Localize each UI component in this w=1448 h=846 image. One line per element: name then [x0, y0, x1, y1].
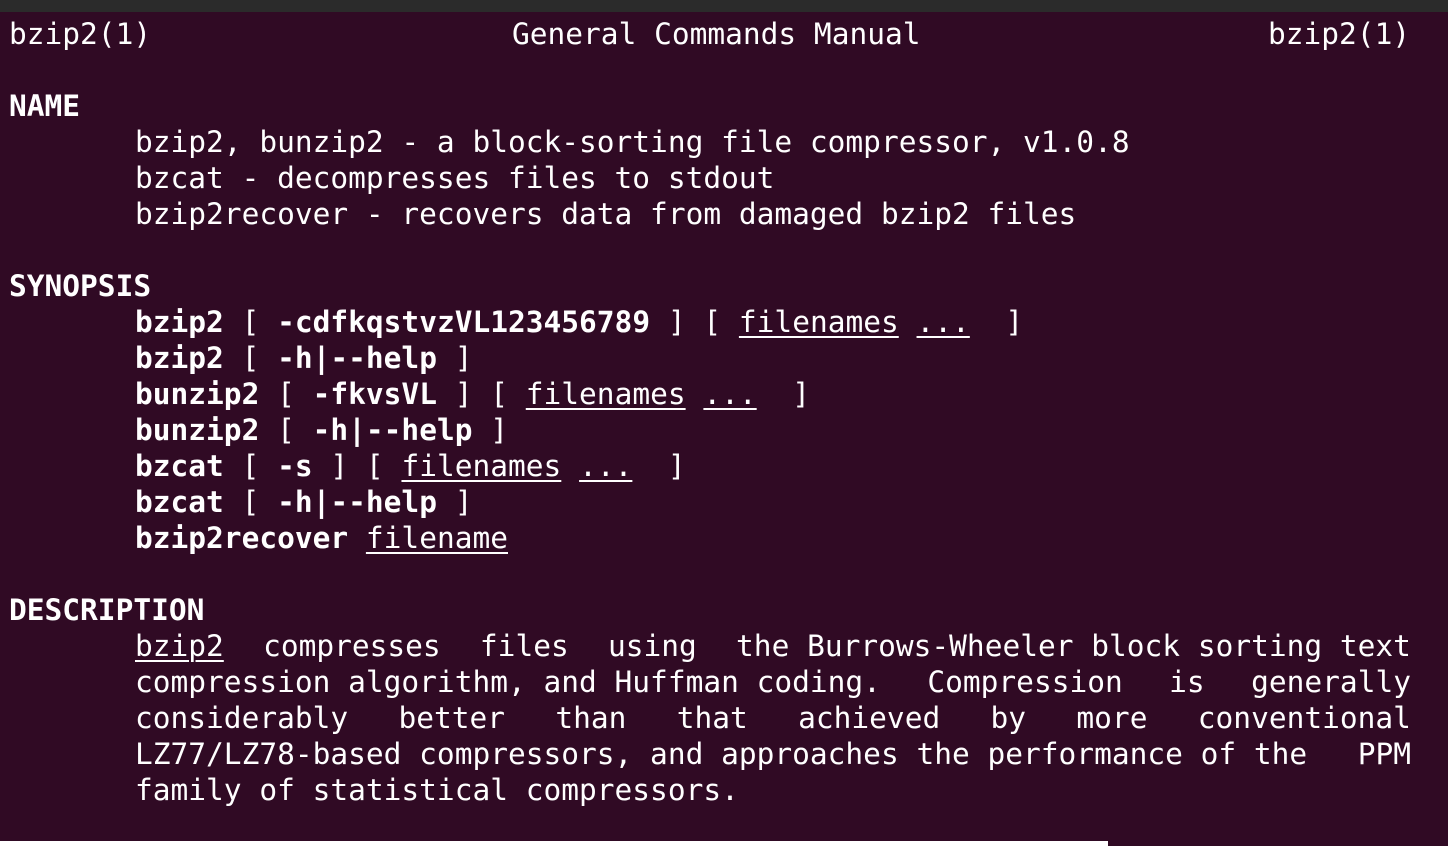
bracket: [ — [223, 485, 278, 519]
ellipsis: ... — [916, 305, 970, 339]
command-name: bzip2recover — [135, 521, 349, 555]
options: -h|--help — [277, 341, 437, 375]
options: -cdfkqstvzVL123456789 — [277, 305, 651, 339]
man-header-right: bzip2(1) — [1268, 17, 1411, 51]
description-line: bzip2 compresses files using the Burrows… — [135, 628, 1411, 664]
program-name: bzip2 — [135, 629, 224, 663]
bracket: ] — [472, 413, 509, 447]
synopsis-line: bzip2 [ -cdfkqstvzVL123456789 ] [ filena… — [135, 304, 1023, 340]
name-line: bzip2, bunzip2 - a block-sorting file co… — [135, 125, 1130, 159]
bracket: ] — [436, 341, 473, 375]
terminal-man-page[interactable]: bzip2(1) General Commands Manual bzip2(1… — [0, 12, 1448, 846]
ellipsis: ... — [703, 377, 757, 411]
synopsis-line: bzip2 [ -h|--help ] — [135, 340, 473, 376]
description-line: compression algorithm, and Huffman codin… — [135, 664, 1411, 700]
command-name: bunzip2 — [135, 413, 260, 447]
word: the Burrows-Wheeler block sorting text — [736, 629, 1411, 663]
word: conventional — [1197, 701, 1411, 735]
argument: filenames — [401, 449, 562, 483]
word: LZ77/LZ78-based compressors, and approac… — [135, 737, 1308, 771]
ellipsis: ... — [579, 449, 633, 483]
word: PPM — [1357, 737, 1411, 771]
synopsis-line: bunzip2 [ -h|--help ] — [135, 412, 508, 448]
bracket: ] — [436, 485, 473, 519]
bracket: [ — [259, 413, 313, 447]
man-header-left: bzip2(1) — [9, 17, 152, 51]
word: than — [555, 701, 627, 735]
command-name: bzcat — [135, 485, 224, 519]
bracket: [ — [223, 449, 278, 483]
word: Compression — [927, 665, 1123, 699]
bracket: ] — [756, 377, 810, 411]
description-line: family of statistical compressors. — [135, 773, 739, 807]
bracket: ] — [632, 449, 686, 483]
command-name: bzcat — [135, 449, 224, 483]
options: -s — [277, 449, 313, 483]
section-heading-name: NAME — [9, 89, 81, 123]
word: more — [1076, 701, 1148, 735]
word: is — [1169, 665, 1205, 699]
bracket: [ — [223, 341, 278, 375]
man-header-title: General Commands Manual — [512, 17, 921, 51]
pager-status-bar — [0, 841, 1108, 846]
synopsis-line: bzip2recover filename — [135, 520, 508, 556]
word: compresses — [263, 629, 441, 663]
synopsis-line: bunzip2 [ -fkvsVL ] [ filenames ... ] — [135, 376, 810, 412]
command-name: bzip2 — [135, 341, 224, 375]
word: that — [676, 701, 748, 735]
name-line: bzip2recover - recovers data from damage… — [135, 197, 1077, 231]
bracket: [ — [223, 305, 278, 339]
options: -h|--help — [312, 413, 473, 447]
argument: filenames — [738, 305, 899, 339]
bracket: [ — [259, 377, 313, 411]
command-name: bunzip2 — [135, 377, 260, 411]
options: -h|--help — [277, 485, 437, 519]
section-heading-description: DESCRIPTION — [9, 593, 205, 627]
bracket: ] — [969, 305, 1024, 339]
section-heading-synopsis: SYNOPSIS — [9, 269, 152, 303]
description-line: considerably better than that achieved b… — [135, 700, 1411, 736]
word: generally — [1251, 665, 1411, 699]
argument: filename — [365, 521, 508, 555]
window-top-edge — [0, 0, 1448, 12]
word: files — [479, 629, 569, 663]
synopsis-line: bzcat [ -s ] [ filenames ... ] — [135, 448, 686, 484]
bracket: ] [ — [650, 305, 739, 339]
word: considerably — [135, 701, 349, 735]
name-line: bzcat - decompresses files to stdout — [135, 161, 775, 195]
bracket: ] [ — [312, 449, 402, 483]
word: better — [398, 701, 506, 735]
command-name: bzip2 — [135, 305, 224, 339]
word: achieved — [798, 701, 941, 735]
bracket: ] [ — [436, 377, 526, 411]
synopsis-line: bzcat [ -h|--help ] — [135, 484, 473, 520]
options: -fkvsVL — [312, 377, 437, 411]
word: compression algorithm, and Huffman codin… — [135, 665, 881, 699]
description-line: LZ77/LZ78-based compressors, and approac… — [135, 736, 1411, 772]
argument: filenames — [525, 377, 686, 411]
word: by — [990, 701, 1027, 735]
word: using — [607, 629, 697, 663]
